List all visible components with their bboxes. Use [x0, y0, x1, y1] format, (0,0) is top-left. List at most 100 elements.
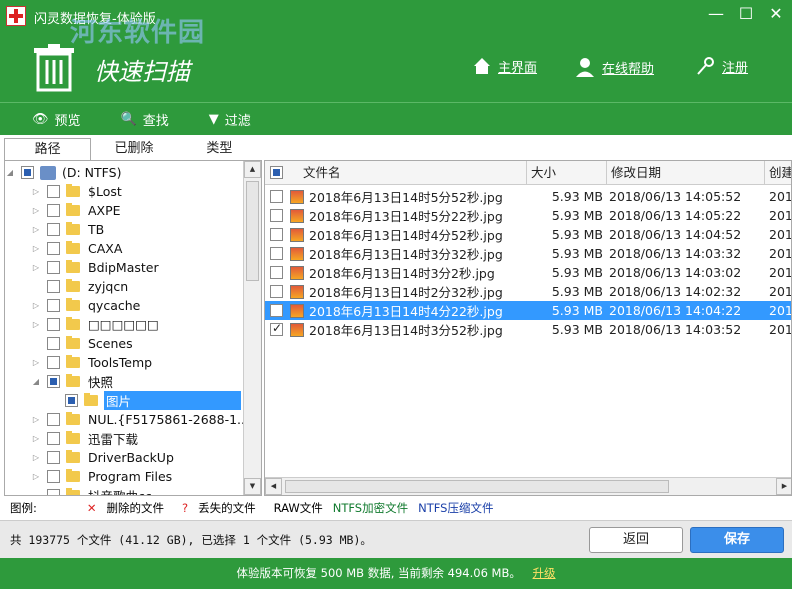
- upgrade-link[interactable]: 升级: [533, 566, 556, 580]
- preview-button[interactable]: 👁 预览: [32, 110, 81, 129]
- tab-path[interactable]: 路径: [4, 138, 92, 160]
- row-checkbox[interactable]: [270, 266, 283, 279]
- list-horizontal-scrollbar[interactable]: ◀ ▶: [265, 477, 791, 495]
- maximize-button[interactable]: ☐: [738, 6, 754, 22]
- home-link[interactable]: 主界面: [472, 56, 537, 76]
- tree-item[interactable]: ▷ ToolsTemp: [31, 353, 261, 372]
- col-date[interactable]: 修改日期: [607, 161, 765, 185]
- expand-arrow-icon[interactable]: ▷: [31, 244, 41, 253]
- tree-checkbox[interactable]: [47, 242, 60, 255]
- expand-arrow-icon[interactable]: ▷: [31, 187, 41, 196]
- tree-checkbox[interactable]: [47, 375, 60, 388]
- tree-item[interactable]: ▷ qycache: [31, 296, 261, 315]
- tree-item[interactable]: ◢ 快照: [31, 372, 261, 391]
- tree-item[interactable]: ▷ NUL.{F5175861-2688-1...: [31, 410, 261, 429]
- row-checkbox-checked[interactable]: [270, 321, 283, 336]
- scroll-thumb[interactable]: [246, 181, 259, 281]
- select-all-checkbox[interactable]: [270, 166, 283, 179]
- expand-arrow-icon[interactable]: ▷: [31, 320, 41, 329]
- legend-raw: RAW文件: [273, 501, 323, 515]
- tree-item[interactable]: ▷ Program Files: [31, 467, 261, 486]
- tree-vertical-scrollbar[interactable]: ▲ ▼: [243, 161, 261, 495]
- table-row-selected[interactable]: 2018年6月13日14时4分22秒.jpg 5.93 MB 2018/06/13 …: [265, 301, 791, 320]
- legend: 图例: ✕ 删除的文件 ? 丢失的文件 RAW文件 NTFS加密文件 NTFS压…: [0, 498, 792, 518]
- expand-arrow-icon[interactable]: ▷: [31, 453, 41, 462]
- tree-checkbox[interactable]: [47, 280, 60, 293]
- tree-label: AXPE: [88, 203, 121, 218]
- tree-checkbox[interactable]: [47, 337, 60, 350]
- col-size[interactable]: 大小: [527, 161, 607, 185]
- tree-checkbox[interactable]: [47, 413, 60, 426]
- tree-checkbox[interactable]: [47, 261, 60, 274]
- tree-item[interactable]: ▷ BdipMaster: [31, 258, 261, 277]
- scroll-down-icon[interactable]: ▼: [244, 478, 261, 495]
- scroll-up-icon[interactable]: ▲: [244, 161, 261, 178]
- collapse-arrow-icon[interactable]: ◢: [31, 377, 41, 386]
- tree-checkbox[interactable]: [47, 223, 60, 236]
- row-checkbox[interactable]: [270, 228, 283, 241]
- scroll-left-icon[interactable]: ◀: [265, 478, 282, 495]
- back-button[interactable]: 返回: [589, 527, 683, 553]
- tree-checkbox[interactable]: [65, 394, 78, 407]
- table-row[interactable]: 2018年6月13日14时3分2秒.jpg 5.93 MB 2018/06/13 1…: [265, 263, 791, 282]
- expand-arrow-icon[interactable]: ▷: [31, 263, 41, 272]
- table-row[interactable]: 2018年6月13日14时3分52秒.jpg 5.93 MB 2018/06/13 …: [265, 320, 791, 339]
- file-date: 2018/06/13 14:04:22: [609, 303, 742, 318]
- filter-button[interactable]: ▼ 过滤: [209, 110, 251, 129]
- tree-item[interactable]: zyjqcn: [31, 277, 261, 296]
- tree-checkbox[interactable]: [47, 489, 60, 495]
- tree-item[interactable]: ▷ CAXA: [31, 239, 261, 258]
- close-button[interactable]: ✕: [768, 6, 784, 22]
- row-checkbox[interactable]: [270, 304, 283, 317]
- search-button[interactable]: 🔍 查找: [121, 110, 169, 129]
- tree-item-selected[interactable]: 图片: [65, 391, 241, 410]
- tree-item[interactable]: ▷ DriverBackUp: [31, 448, 261, 467]
- tree-checkbox[interactable]: [47, 432, 60, 445]
- tab-type[interactable]: 类型: [177, 138, 262, 160]
- tree-item[interactable]: 抖音歌曲cc: [31, 486, 261, 495]
- file-name: 2018年6月13日14时5分52秒.jpg: [309, 190, 503, 205]
- row-checkbox[interactable]: [270, 209, 283, 222]
- table-row[interactable]: 2018年6月13日14时5分22秒.jpg 5.93 MB 2018/06/13 …: [265, 206, 791, 225]
- expand-arrow-icon[interactable]: ◢: [5, 168, 15, 177]
- table-row[interactable]: 2018年6月13日14时4分52秒.jpg 5.93 MB 2018/06/13 …: [265, 225, 791, 244]
- expand-arrow-icon[interactable]: ▷: [31, 206, 41, 215]
- row-checkbox[interactable]: [270, 190, 283, 203]
- tree-item[interactable]: ▷ 迅雷下载: [31, 429, 261, 448]
- save-button[interactable]: 保存: [690, 527, 784, 553]
- tree-checkbox[interactable]: [47, 318, 60, 331]
- expand-arrow-icon[interactable]: ▷: [31, 472, 41, 481]
- tree-item[interactable]: ▷ AXPE: [31, 201, 261, 220]
- tree-checkbox[interactable]: [47, 299, 60, 312]
- scroll-right-icon[interactable]: ▶: [776, 478, 791, 495]
- tree-item[interactable]: Scenes: [31, 334, 261, 353]
- tab-deleted[interactable]: 已删除: [91, 138, 176, 160]
- tree-item[interactable]: ▷ □□□□□□: [31, 315, 261, 334]
- tree-checkbox[interactable]: [47, 185, 60, 198]
- register-link[interactable]: 注册: [696, 56, 748, 76]
- tree-checkbox[interactable]: [47, 451, 60, 464]
- tree-item[interactable]: ▷ TB: [31, 220, 261, 239]
- expand-arrow-icon[interactable]: ▷: [31, 434, 41, 443]
- expand-arrow-icon[interactable]: ▷: [31, 301, 41, 310]
- expand-arrow-icon[interactable]: ▷: [31, 225, 41, 234]
- scroll-thumb[interactable]: [285, 480, 669, 493]
- image-file-icon: [290, 189, 304, 204]
- tree-checkbox[interactable]: [47, 204, 60, 217]
- tree-checkbox[interactable]: [47, 356, 60, 369]
- table-row[interactable]: 2018年6月13日14时5分52秒.jpg 5.93 MB 2018/06/13 …: [265, 187, 791, 206]
- col-name[interactable]: 文件名: [299, 161, 527, 185]
- help-link[interactable]: 在线帮助: [574, 56, 654, 78]
- tree-root[interactable]: ◢ (D: NTFS): [5, 163, 241, 182]
- row-checkbox[interactable]: [270, 285, 283, 298]
- table-row[interactable]: 2018年6月13日14时2分32秒.jpg 5.93 MB 2018/06/13 …: [265, 282, 791, 301]
- table-row[interactable]: 2018年6月13日14时3分32秒.jpg 5.93 MB 2018/06/13 …: [265, 244, 791, 263]
- row-checkbox[interactable]: [270, 247, 283, 260]
- col-created[interactable]: 创建: [765, 161, 791, 185]
- minimize-button[interactable]: —: [708, 6, 724, 22]
- expand-arrow-icon[interactable]: ▷: [31, 358, 41, 367]
- tree-checkbox[interactable]: [47, 470, 60, 483]
- expand-arrow-icon[interactable]: ▷: [31, 415, 41, 424]
- tree-checkbox[interactable]: [21, 166, 34, 179]
- tree-item[interactable]: ▷ $Lost: [31, 182, 261, 201]
